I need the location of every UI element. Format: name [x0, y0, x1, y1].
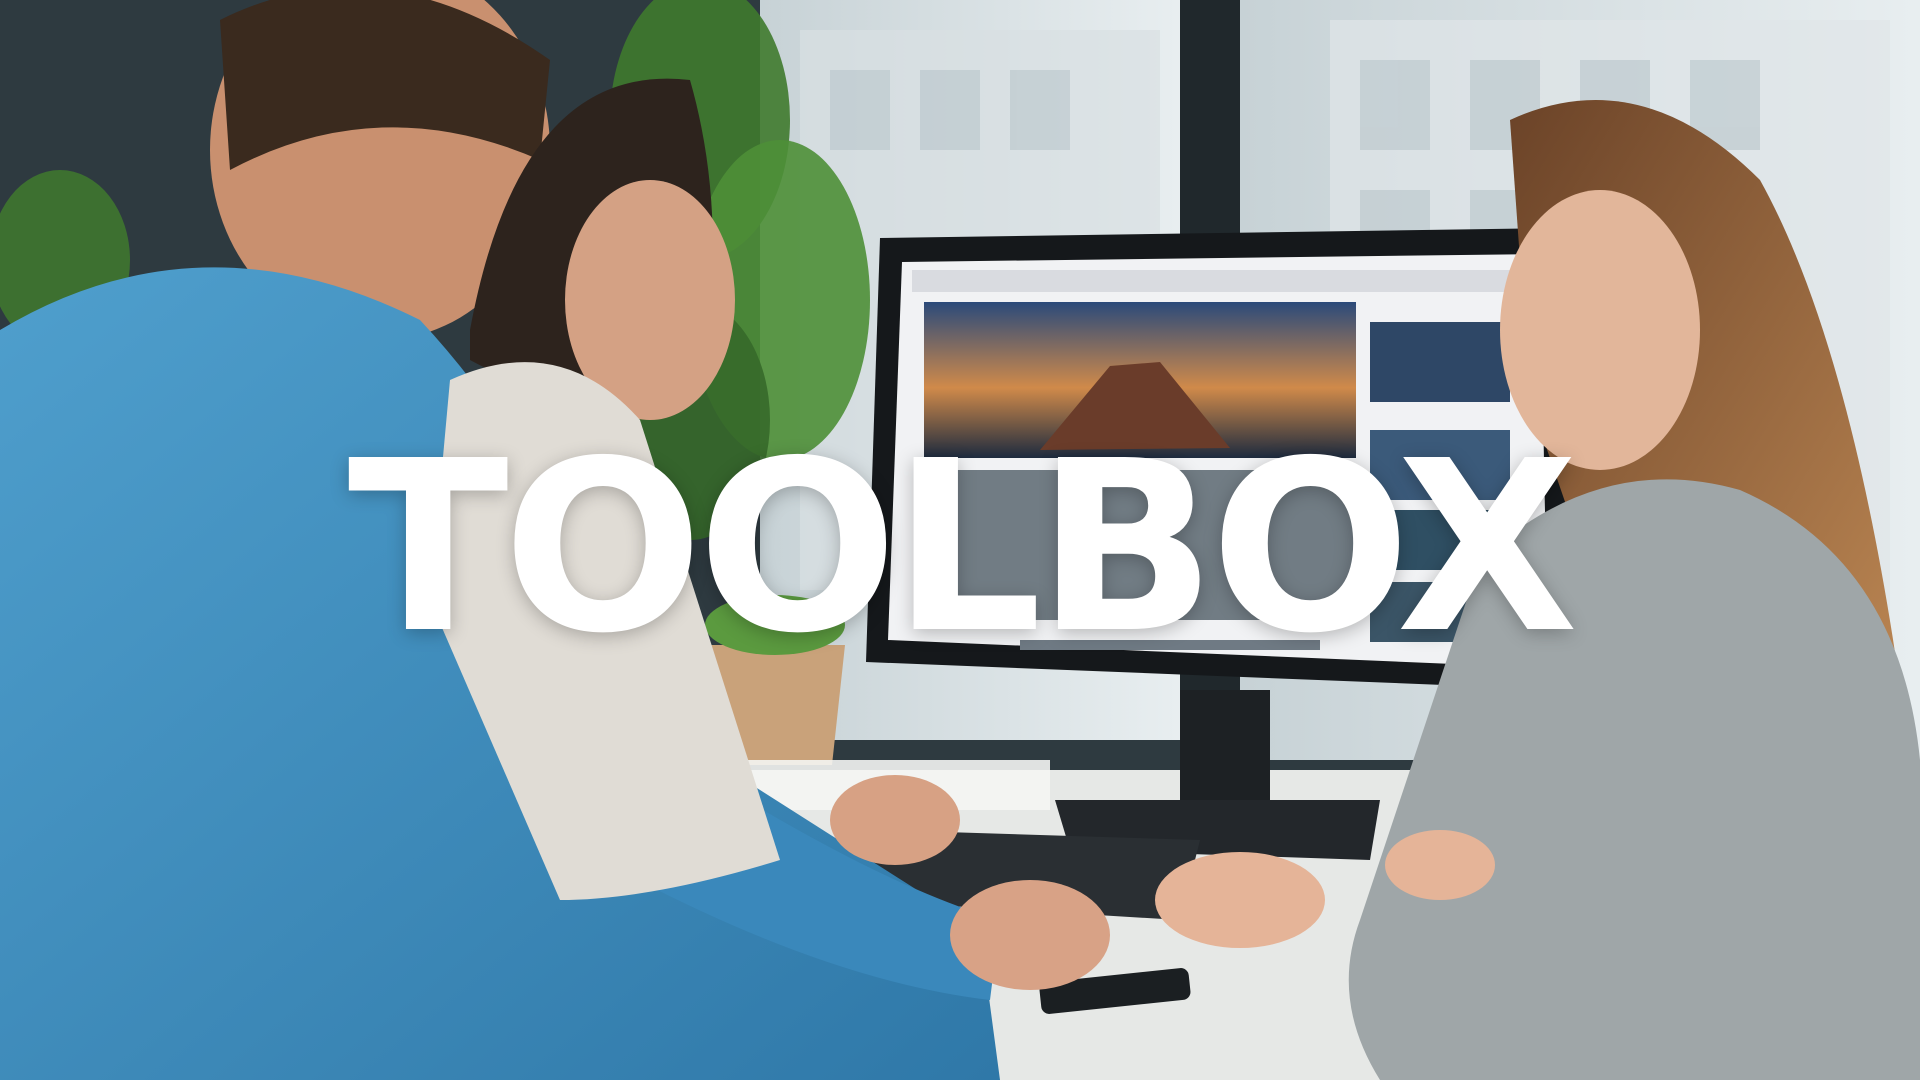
title-text: TOOLBOX [347, 410, 1579, 685]
office-scene: TOOLBOX [0, 0, 1920, 1080]
